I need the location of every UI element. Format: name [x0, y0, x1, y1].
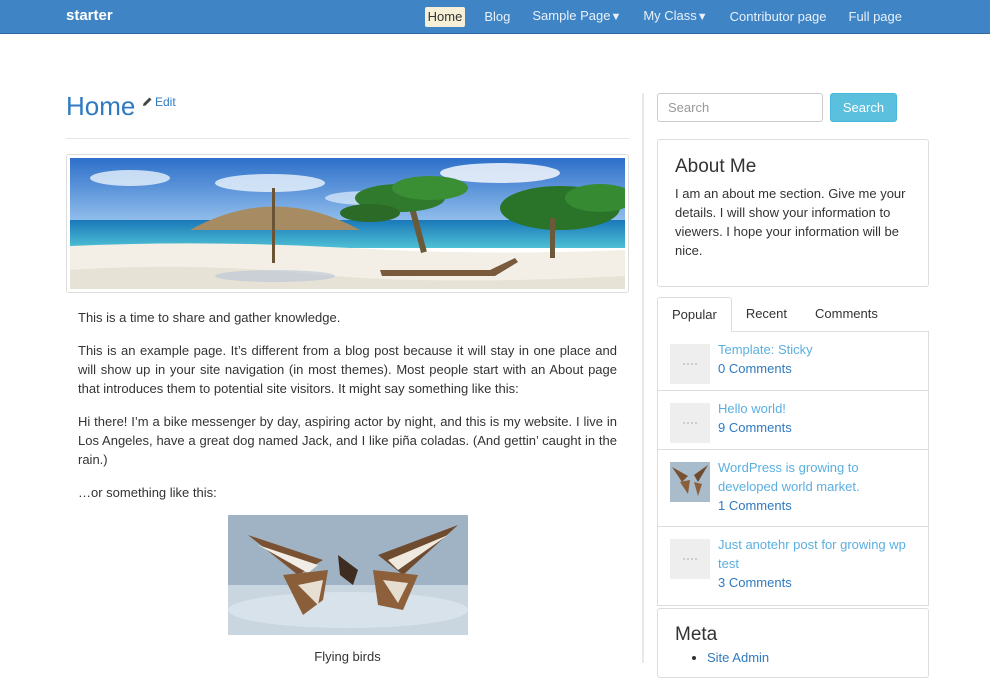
nav-item-full-page[interactable]: Full page — [846, 7, 905, 27]
hero-image — [66, 154, 629, 293]
nav-item-contributor-page[interactable]: Contributor page — [727, 7, 830, 27]
caret-down-icon: ▼ — [610, 11, 622, 23]
post-comments-link[interactable]: 3 Comments — [718, 573, 916, 592]
tab-popular[interactable]: Popular — [657, 297, 732, 332]
paragraph: This is an example page. It’s different … — [78, 343, 617, 396]
nav-item-blog[interactable]: Blog — [481, 7, 513, 27]
site-brand[interactable]: starter — [66, 7, 113, 24]
caret-down-icon: ▼ — [696, 11, 708, 23]
meta-list: Site Admin — [675, 650, 911, 665]
main-nav: Home Blog Sample Page▼ My Class▼ Contrib… — [409, 0, 905, 33]
meta-widget: Meta Site Admin — [657, 608, 929, 678]
search-form: Search — [657, 93, 929, 122]
page-title: Home — [66, 91, 136, 121]
nav-item-label: My Class — [643, 8, 697, 23]
nav-item-label: Sample Page — [532, 8, 611, 23]
about-me-widget: About Me I am an about me section. Give … — [657, 139, 929, 287]
birds-thumbnail-image — [670, 462, 710, 502]
column-divider — [642, 93, 644, 663]
paragraph: …or something like this: — [78, 485, 217, 500]
figure-caption: Flying birds — [314, 649, 381, 664]
nav-item-home[interactable]: Home — [424, 6, 466, 27]
popular-post-list: Template: Sticky 0 Comments Hello world!… — [657, 332, 929, 606]
list-item: Template: Sticky 0 Comments — [658, 332, 928, 391]
post-title-link[interactable]: Hello world! — [718, 399, 792, 418]
post-comments-link[interactable]: 9 Comments — [718, 418, 792, 437]
site-admin-link[interactable]: Site Admin — [707, 650, 769, 665]
title-row: Home Edit — [66, 86, 629, 139]
about-title: About Me — [675, 156, 757, 177]
figure: Flying birds — [78, 515, 617, 666]
nav-item-my-class[interactable]: My Class▼ — [640, 6, 710, 27]
top-navbar: starter Home Blog Sample Page▼ My Class▼… — [0, 0, 990, 34]
edit-label: Edit — [155, 95, 176, 109]
paragraph: This is a time to share and gather knowl… — [78, 310, 341, 325]
nav-item-sample-page[interactable]: Sample Page▼ — [529, 6, 624, 27]
post-thumbnail[interactable] — [670, 539, 710, 579]
search-input[interactable] — [657, 93, 823, 122]
pencil-icon — [143, 97, 152, 106]
list-item: WordPress is growing to developed world … — [658, 450, 928, 527]
tab-recent[interactable]: Recent — [732, 297, 801, 331]
post-comments-link[interactable]: 1 Comments — [718, 496, 916, 515]
beach-image — [70, 158, 625, 289]
list-item: Hello world! 9 Comments — [658, 391, 928, 450]
page-body: This is a time to share and gather knowl… — [66, 308, 629, 666]
list-item: Just anotehr post for growing wp test 3 … — [658, 527, 928, 605]
paragraph: Hi there! I’m a bike messenger by day, a… — [78, 414, 617, 467]
post-title-link[interactable]: WordPress is growing to developed world … — [718, 458, 916, 496]
post-title-link[interactable]: Template: Sticky — [718, 340, 813, 359]
post-thumbnail[interactable] — [670, 462, 710, 502]
list-item: Site Admin — [707, 650, 911, 665]
search-button[interactable]: Search — [830, 93, 897, 122]
about-text: I am an about me section. Give me your d… — [675, 186, 906, 258]
main-content: Home Edit This is a time to share and ga… — [66, 86, 629, 666]
sidebar: Search About Me I am an about me section… — [657, 93, 929, 678]
edit-link[interactable]: Edit — [142, 95, 176, 109]
tab-comments[interactable]: Comments — [801, 297, 892, 331]
meta-title: Meta — [675, 624, 718, 645]
post-tabs: Popular Recent Comments — [657, 297, 929, 332]
post-title-link[interactable]: Just anotehr post for growing wp test — [718, 535, 916, 573]
post-thumbnail[interactable] — [670, 344, 710, 384]
post-comments-link[interactable]: 0 Comments — [718, 359, 813, 378]
flying-birds-image — [227, 515, 468, 635]
post-thumbnail[interactable] — [670, 403, 710, 443]
